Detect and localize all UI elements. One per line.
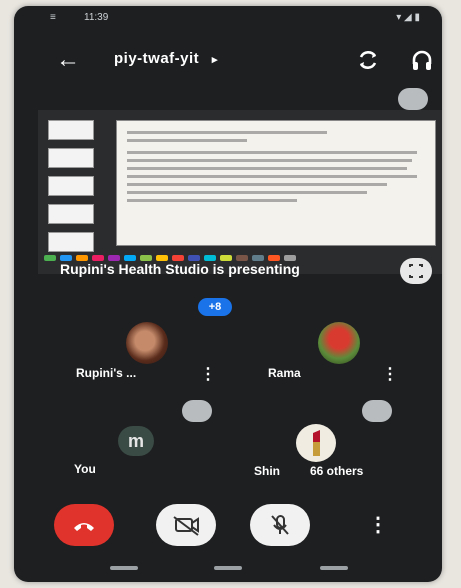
call-controls: ⋮: [14, 504, 442, 550]
slide-text-line: [127, 175, 417, 178]
participant-tile[interactable]: Rama ⋮: [254, 318, 424, 438]
lipstick-icon: [313, 430, 320, 456]
slide-thumbnail: [48, 176, 94, 196]
headphones-icon: [412, 50, 432, 70]
avatar: m: [118, 426, 154, 456]
slide-text-line: [127, 199, 297, 202]
participant-name: You: [74, 462, 96, 476]
slide-thumbnail: [48, 204, 94, 224]
slide-text-line: [127, 183, 387, 186]
participant-name: Rupini's ...: [76, 366, 137, 380]
avatar: [296, 424, 336, 462]
participant-name: Shin: [254, 464, 280, 478]
activity-badge[interactable]: +8: [198, 298, 232, 316]
fullscreen-button[interactable]: [400, 258, 432, 284]
avatar: [318, 322, 360, 364]
participant-tile[interactable]: Rupini's ... ⋮: [72, 318, 242, 438]
slide-thumbnail: [48, 120, 94, 140]
participant-audio-indicator: [362, 400, 392, 422]
meeting-code[interactable]: piy-twaf-yit ▸: [114, 50, 218, 67]
call-topbar: ← piy-twaf-yit ▸: [14, 40, 442, 80]
camera-toggle-button[interactable]: [156, 504, 216, 546]
shared-screen-taskbar: [44, 248, 442, 261]
slide-thumbnails: [48, 120, 100, 260]
more-options-button[interactable]: ⋮: [368, 512, 388, 538]
slide-text-line: [127, 159, 412, 162]
meeting-code-text: piy-twaf-yit: [114, 50, 200, 67]
slide-text-line: [127, 191, 367, 194]
nav-recents[interactable]: [110, 566, 138, 570]
android-nav-bar: [14, 556, 442, 582]
participant-name: Rama: [268, 366, 301, 380]
fullscreen-icon: [409, 264, 423, 278]
participant-audio-indicator: [182, 400, 212, 422]
back-button[interactable]: ←: [52, 44, 84, 76]
others-count: 66 others: [310, 464, 364, 478]
status-icons: ▾ ◢ ▮: [396, 12, 420, 23]
nav-back[interactable]: [320, 566, 348, 570]
pin-presentation-toggle[interactable]: [398, 88, 428, 110]
status-bar: ≡ 11:39 ▾ ◢ ▮: [14, 6, 442, 30]
slide-text-line: [127, 139, 247, 142]
avatar: [126, 322, 168, 364]
slide-text-line: [127, 131, 327, 134]
more-vert-icon[interactable]: ⋮: [200, 364, 216, 384]
audio-output-button[interactable]: [408, 46, 436, 74]
slide-text-line: [127, 167, 407, 170]
switch-camera-button[interactable]: [354, 46, 382, 74]
end-call-button[interactable]: [54, 504, 114, 546]
nav-home[interactable]: [214, 566, 242, 570]
end-call-icon: [74, 523, 94, 531]
switch-camera-icon: [359, 51, 377, 69]
meet-window: ≡ 11:39 ▾ ◢ ▮ ← piy-twaf-yit ▸ Rupini's …: [14, 6, 442, 582]
camera-off-icon: [173, 516, 199, 536]
presentation-view: [38, 110, 442, 274]
presented-slide: [116, 120, 436, 246]
status-time: 11:39: [84, 12, 109, 23]
mic-off-icon: [271, 515, 289, 535]
slide-thumbnail: [48, 148, 94, 168]
chevron-right-icon: ▸: [211, 54, 218, 66]
mic-toggle-button[interactable]: [250, 504, 310, 546]
more-vert-icon[interactable]: ⋮: [382, 364, 398, 384]
slide-text-line: [127, 151, 417, 154]
presenting-label: Rupini's Health Studio is presenting: [60, 261, 300, 277]
status-icon: ≡: [50, 12, 56, 23]
